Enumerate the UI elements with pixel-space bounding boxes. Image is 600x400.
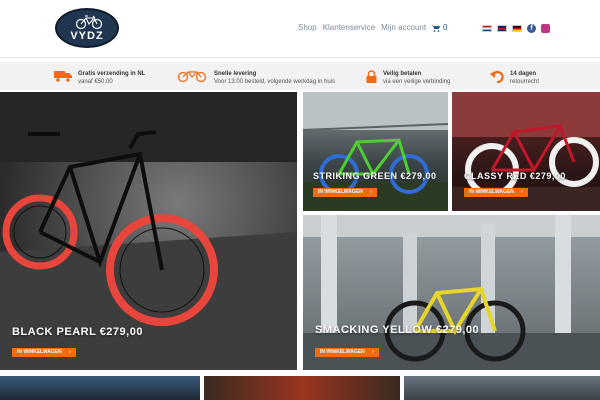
add-to-cart-button[interactable]: IN WINKELWAGEN bbox=[315, 348, 379, 357]
nav-klantenservice[interactable]: Klantenservice bbox=[323, 23, 375, 32]
add-to-cart-button[interactable]: IN WINKELWAGEN bbox=[464, 188, 528, 197]
logo-bike-icon bbox=[75, 15, 103, 29]
tile-title-smacking-yellow: SMACKING YELLOW €279,00 bbox=[315, 324, 480, 336]
cart-icon bbox=[431, 24, 440, 32]
usp-payment-title: Veilig betalen bbox=[383, 71, 422, 77]
usp-shipping-title: Gratis verzending in NL bbox=[78, 71, 146, 77]
product-tile-smacking-yellow[interactable]: SMACKING YELLOW €279,00 IN WINKELWAGEN bbox=[303, 215, 600, 370]
truck-icon bbox=[54, 71, 72, 82]
usp-bar: Gratis verzending in NL vanaf €50,00 Sne… bbox=[0, 62, 600, 90]
product-tile-striking-green[interactable]: STRIKING GREEN €279,00 IN WINKELWAGEN bbox=[303, 92, 448, 211]
lock-icon bbox=[366, 70, 377, 83]
usp-returns-title: 14 dagen bbox=[510, 71, 537, 77]
site-header: VYDZ Shop Klantenservice Mijn account 0 … bbox=[0, 0, 600, 58]
usp-shipping-sub: vanaf €50,00 bbox=[78, 79, 113, 85]
usp-shipping: Gratis verzending in NL vanaf €50,00 bbox=[54, 70, 145, 86]
main-nav: Shop Klantenservice Mijn account bbox=[298, 23, 426, 32]
tile-title-classy-red: CLASSY RED €279,00 bbox=[464, 171, 566, 181]
product-tile-classy-red[interactable]: CLASSY RED €279,00 IN WINKELWAGEN bbox=[452, 92, 600, 211]
product-tile-partial-1[interactable] bbox=[0, 376, 200, 400]
tile-title-black-pearl: BLACK PEARL €279,00 bbox=[12, 326, 143, 338]
product-tile-partial-2[interactable] bbox=[204, 376, 400, 400]
cart-link[interactable]: 0 bbox=[431, 23, 447, 32]
usp-payment-sub: via een veilige verbinding bbox=[383, 79, 451, 85]
instagram-icon[interactable] bbox=[541, 24, 550, 33]
product-image-smacking-yellow bbox=[303, 215, 600, 370]
facebook-icon[interactable]: f bbox=[527, 24, 536, 33]
usp-returns: 14 dagen retourrecht bbox=[490, 70, 539, 86]
language-switcher: f bbox=[482, 24, 550, 33]
add-to-cart-button[interactable]: IN WINKELWAGEN bbox=[313, 188, 377, 197]
add-to-cart-button[interactable]: IN WINKELWAGEN bbox=[12, 348, 76, 357]
nav-mijn-account[interactable]: Mijn account bbox=[381, 23, 426, 32]
flag-en-icon[interactable] bbox=[497, 25, 507, 32]
usp-returns-sub: retourrecht bbox=[510, 79, 540, 85]
cart-count: 0 bbox=[443, 23, 448, 32]
usp-delivery: Snelle levering Voor 13:00 besteld, volg… bbox=[176, 70, 335, 86]
page: VYDZ Shop Klantenservice Mijn account 0 … bbox=[0, 0, 600, 400]
bike-icon bbox=[177, 71, 207, 82]
logo[interactable]: VYDZ bbox=[55, 8, 119, 48]
logo-text: VYDZ bbox=[70, 30, 104, 42]
product-tile-black-pearl[interactable]: BLACK PEARL €279,00 IN WINKELWAGEN bbox=[0, 92, 297, 370]
tile-title-striking-green: STRIKING GREEN €279,00 bbox=[313, 171, 437, 181]
flag-nl-icon[interactable] bbox=[482, 25, 492, 32]
return-arrow-icon bbox=[490, 70, 504, 83]
usp-payment: Veilig betalen via een veilige verbindin… bbox=[366, 70, 450, 86]
flag-de-icon[interactable] bbox=[512, 25, 522, 32]
usp-delivery-title: Snelle levering bbox=[214, 71, 257, 77]
product-tile-partial-3[interactable] bbox=[404, 376, 600, 400]
nav-shop[interactable]: Shop bbox=[298, 23, 317, 32]
usp-delivery-sub: Voor 13:00 besteld, volgende werkdag in … bbox=[214, 79, 336, 85]
